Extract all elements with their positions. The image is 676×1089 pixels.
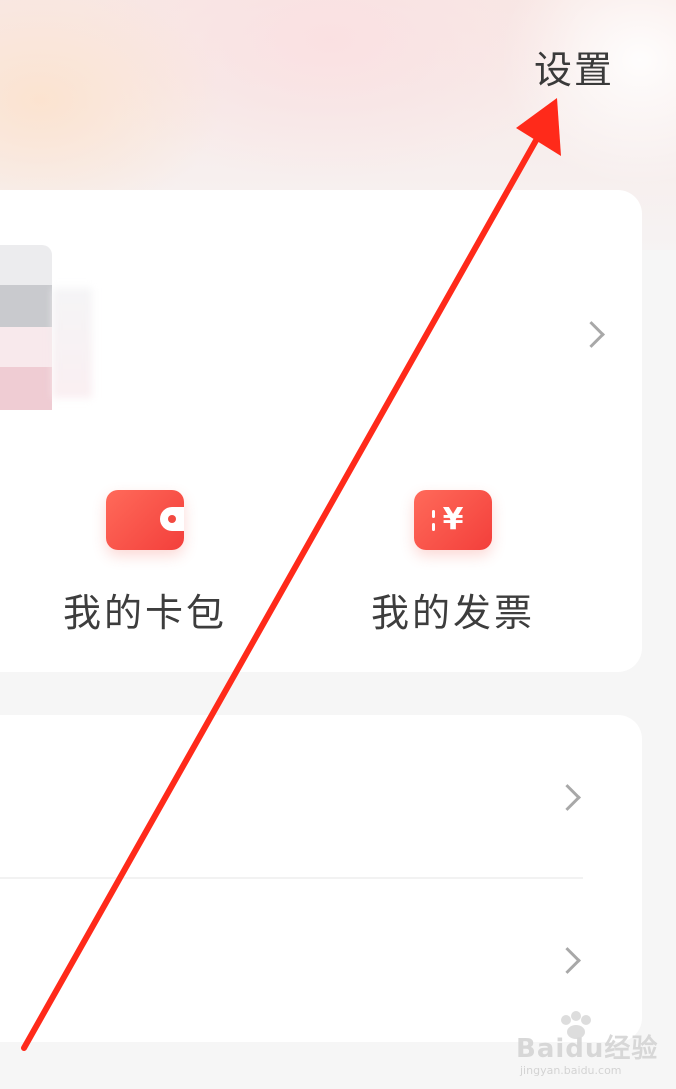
avatar[interactable] <box>0 245 52 410</box>
profile-page: 设置 我的卡包 ¥ 我的发票 Baidu经验 jingyan.baidu.com <box>0 0 676 1089</box>
my-card-wallet-button[interactable]: 我的卡包 <box>45 490 245 637</box>
user-name <box>52 288 92 398</box>
menu-divider <box>0 877 583 879</box>
invoice-yen-icon: ¥ <box>414 490 492 550</box>
my-card-wallet-label: 我的卡包 <box>62 591 227 635</box>
yen-glyph: ¥ <box>442 502 464 537</box>
my-invoice-button[interactable]: ¥ 我的发票 <box>353 490 553 637</box>
wallet-icon <box>106 490 184 550</box>
baidu-jingyan-watermark: Baidu经验 jingyan.baidu.com <box>516 1010 666 1080</box>
settings-button[interactable]: 设置 <box>534 46 614 94</box>
my-invoice-label: 我的发票 <box>370 591 535 635</box>
menu-row-1[interactable] <box>0 717 640 877</box>
